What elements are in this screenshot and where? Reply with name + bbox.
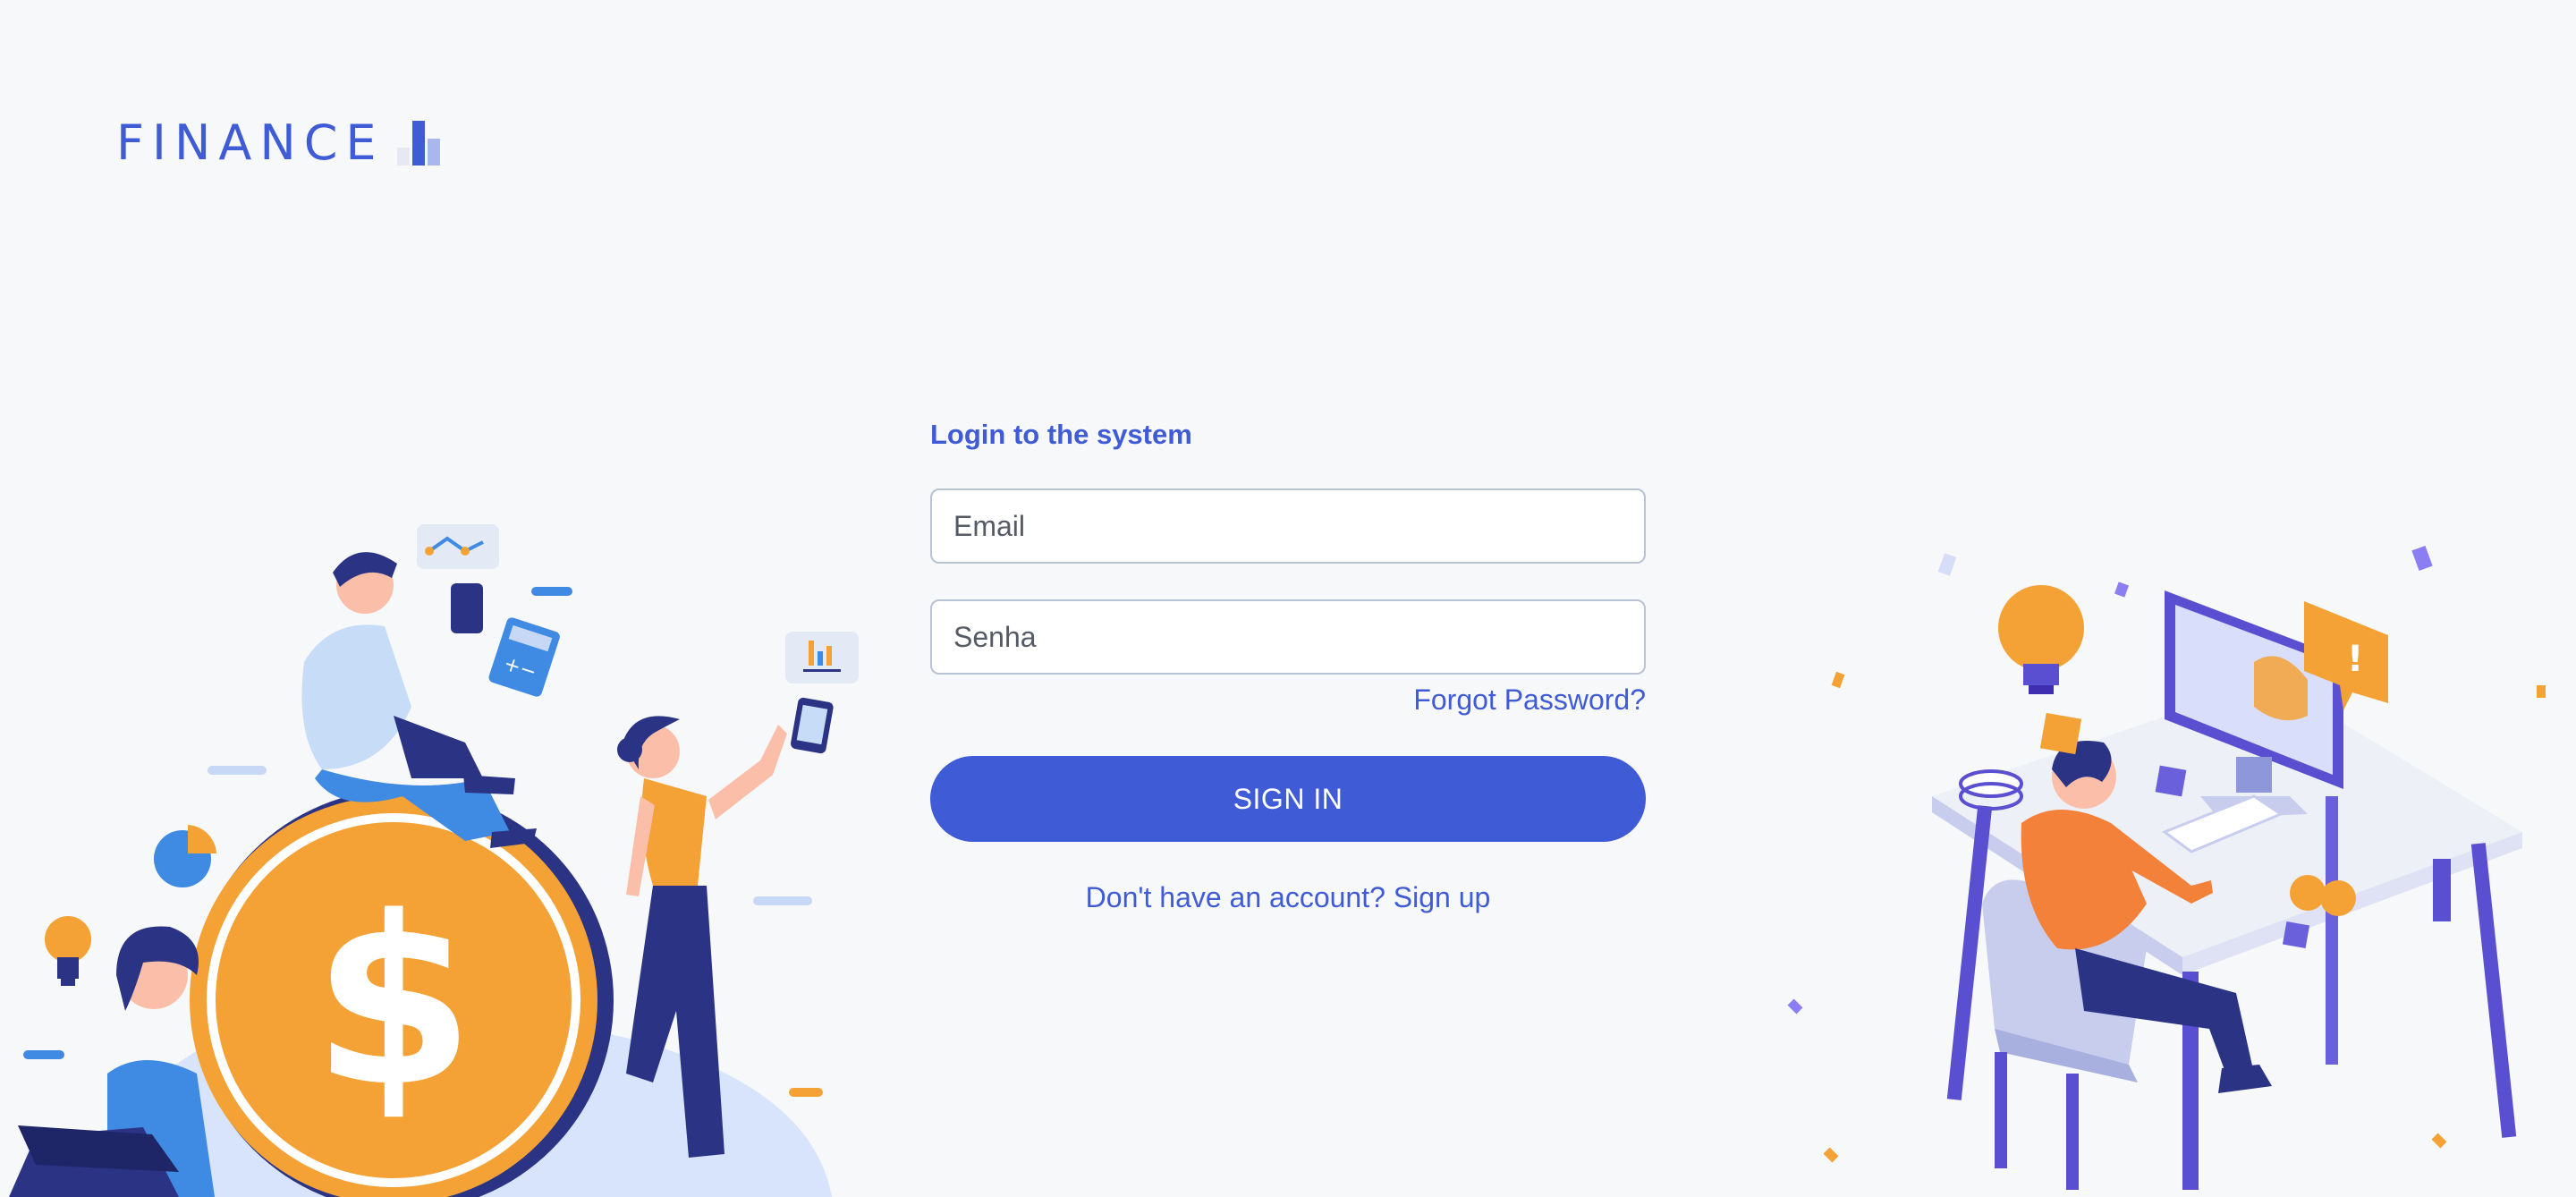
svg-text:$: $ — [313, 868, 475, 1138]
password-field[interactable] — [930, 599, 1646, 675]
calculator-icon: +− — [488, 617, 560, 697]
email-field[interactable] — [930, 488, 1646, 564]
dollar-coin: $ — [190, 789, 614, 1197]
bar-chart-bubble — [785, 632, 859, 683]
bar-chart-icon — [396, 120, 440, 166]
forgot-password-link[interactable]: Forgot Password? — [930, 683, 1646, 717]
login-form: Login to the system Forgot Password? SIG… — [930, 419, 1646, 914]
sign-in-button[interactable]: SIGN IN — [930, 756, 1646, 842]
brand-name: FINANCE — [116, 115, 385, 171]
pie-chart-icon — [154, 825, 216, 887]
lightbulb-icon — [1998, 585, 2084, 694]
svg-text:!: ! — [2347, 639, 2363, 680]
lightbulb-icon — [45, 916, 91, 986]
line-chart-bubble — [417, 524, 499, 569]
login-title: Login to the system — [930, 419, 1192, 450]
brand-logo: FINANCE — [116, 115, 442, 171]
sign-up-link[interactable]: Don't have an account? Sign up — [930, 881, 1646, 914]
finance-people-coin-illustration: +− $ — [9, 524, 859, 1197]
person-at-computer-desk-illustration: ! — [1787, 545, 2546, 1190]
